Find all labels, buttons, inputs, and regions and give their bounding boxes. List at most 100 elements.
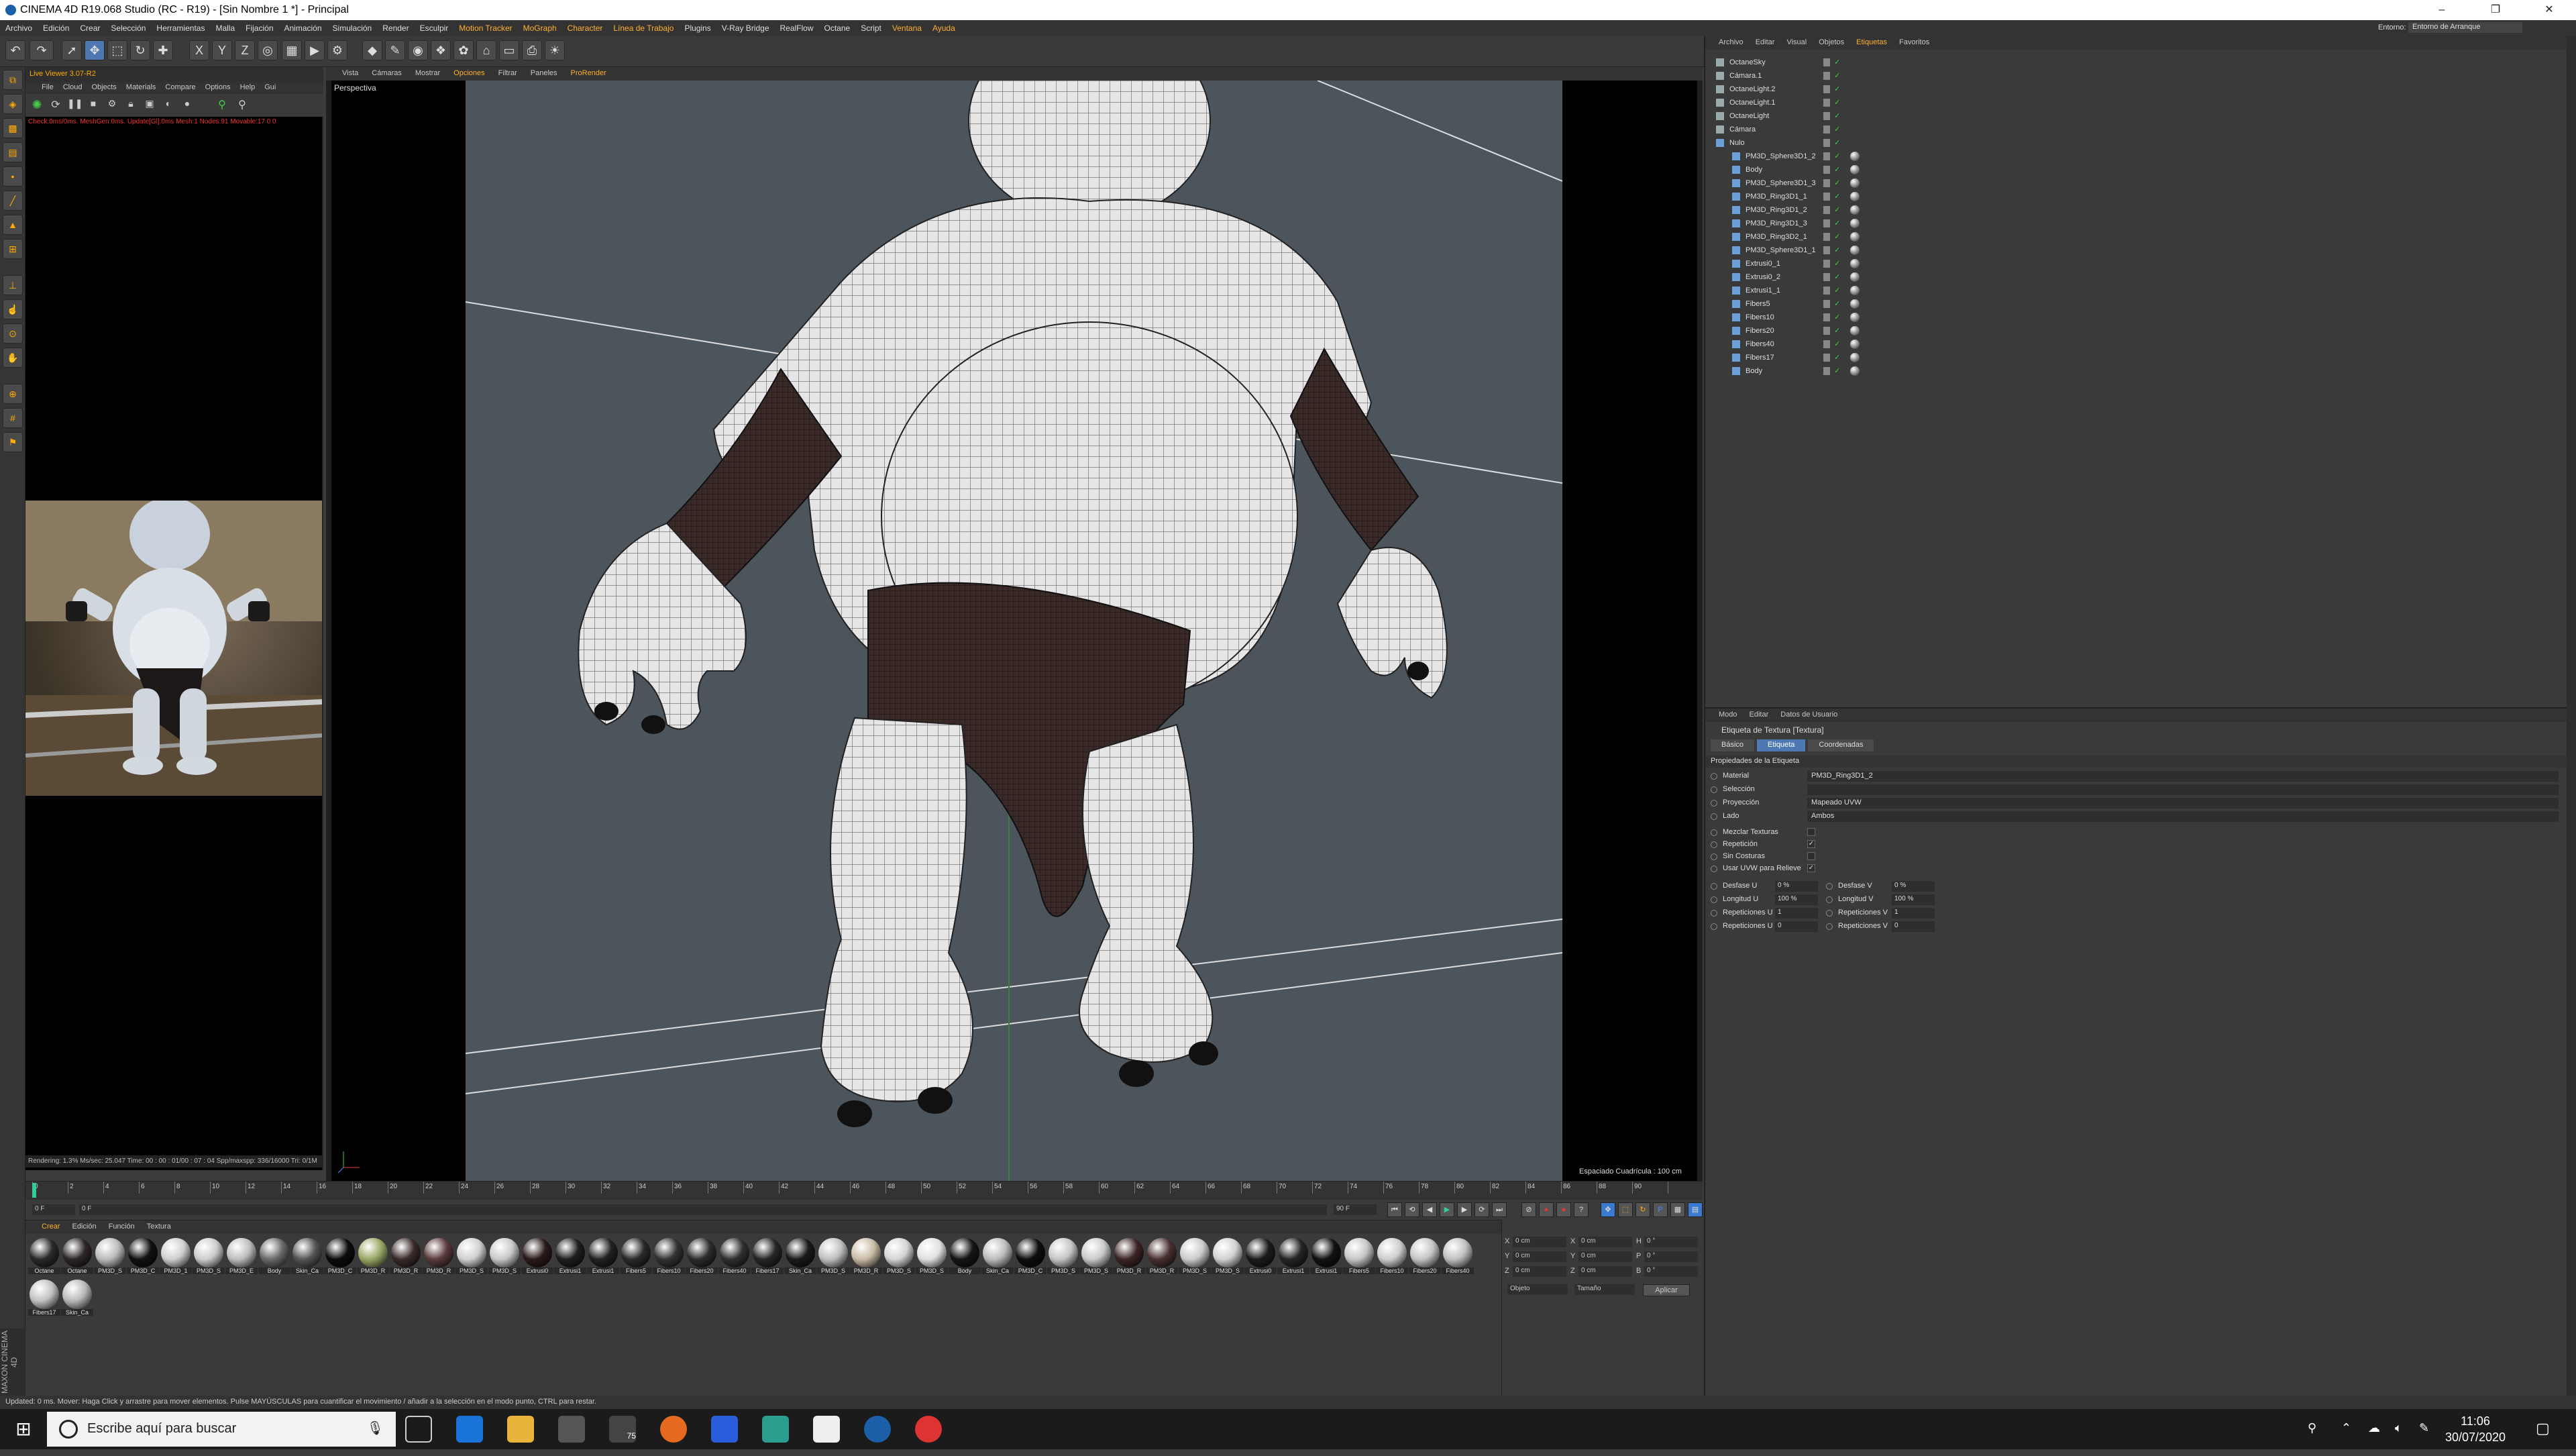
material-swatch[interactable]: PM3D_S [916,1238,948,1274]
menu-animacion[interactable]: Animación [284,23,322,33]
coord-system-icon[interactable]: ◎ [258,40,278,60]
octane-settings-icon[interactable]: ⚙ [105,98,119,113]
scale-key-icon[interactable]: ⬚ [1618,1202,1633,1217]
viewport-menu-paneles[interactable]: Paneles [531,69,557,79]
menu-motion-tracker[interactable]: Motion Tracker [459,23,512,33]
viewport-menu-filtrar[interactable]: Filtrar [498,69,517,79]
play-icon[interactable]: ▶ [1440,1202,1454,1217]
visibility-toggle-icon[interactable] [1823,152,1830,160]
material-swatch[interactable]: PM3D_E [225,1238,258,1274]
visibility-toggle-icon[interactable] [1823,260,1830,268]
material-swatch[interactable]: Skin_Ca [291,1238,323,1274]
material-swatch[interactable]: Fibers20 [686,1238,718,1274]
scene-icon[interactable]: ⌂ [476,40,496,60]
coord-position-field[interactable]: 0 cm [1513,1266,1566,1277]
material-tag-icon[interactable] [1850,219,1860,228]
auto-key-icon[interactable]: ● [1556,1202,1571,1217]
tab-basico[interactable]: Básico [1711,739,1755,751]
menu-realflow[interactable]: RealFlow [780,23,814,33]
attr-menu-datos[interactable]: Datos de Usuario [1780,711,1837,720]
prev-frame-icon[interactable]: ◀ [1422,1202,1437,1217]
material-swatch[interactable]: PM3D_S [193,1238,225,1274]
material-swatch[interactable]: PM3D_R [1146,1238,1178,1274]
object-row[interactable]: Fibers17 ✓ [1716,352,2561,365]
menu-octane[interactable]: Octane [824,23,851,33]
coord-rotation-field[interactable]: 0 ° [1644,1251,1698,1262]
object-row[interactable]: Fibers5 ✓ [1716,298,2561,311]
render-region-icon[interactable]: ▦ [282,40,302,60]
word-icon[interactable] [711,1416,738,1443]
material-swatch[interactable]: PM3D_R [390,1238,422,1274]
menu-archivo[interactable]: Archivo [5,23,32,33]
material-tag-icon[interactable] [1850,232,1860,242]
menu-character[interactable]: Character [568,23,603,33]
material-tag-icon[interactable] [1850,340,1860,349]
menu-plugins[interactable]: Plugins [684,23,710,33]
material-swatch[interactable]: Fibers5 [620,1238,652,1274]
menu-simulacion[interactable]: Simulación [333,23,372,33]
coord-rotation-field[interactable]: 0 ° [1644,1266,1698,1277]
floor-icon[interactable]: ▭ [499,40,519,60]
workplane-icon[interactable]: ▤ [3,142,23,162]
enabled-check-icon[interactable]: ✓ [1834,165,1840,174]
obj-menu-etiquetas[interactable]: Etiquetas [1856,38,1887,48]
menu-esculpir[interactable]: Esculpir [420,23,449,33]
attr-menu-modo[interactable]: Modo [1719,711,1737,720]
material-swatch[interactable]: PM3D_C [1014,1238,1046,1274]
camera-icon[interactable]: ⎙ [522,40,542,60]
scale-tool-icon[interactable]: ⬚ [107,40,127,60]
subdivision-icon[interactable]: ◉ [408,40,428,60]
material-swatch[interactable]: Body [949,1238,981,1274]
visibility-toggle-icon[interactable] [1823,246,1830,254]
material-swatch[interactable]: PM3D_R [423,1238,455,1274]
uv-mode-icon[interactable]: ⊞ [3,239,23,259]
material-swatch[interactable]: Extrusi1 [554,1238,586,1274]
material-swatch[interactable]: PM3D_S [1212,1238,1244,1274]
material-tag-icon[interactable] [1850,192,1860,201]
playhead[interactable] [32,1183,36,1198]
windows-start-icon[interactable]: ⊞ [0,1409,47,1449]
task-view-icon[interactable] [405,1416,432,1443]
length-u-field[interactable]: 100 % [1775,894,1818,905]
param-key-icon[interactable]: P [1653,1202,1668,1217]
repeat2-u-field[interactable]: 0 [1775,921,1818,932]
menu-fijacion[interactable]: Fijación [246,23,273,33]
object-row[interactable]: OctaneLight ✓ [1716,110,2561,123]
object-row[interactable]: Extrusi0_1 ✓ [1716,258,2561,271]
octane-menu-help[interactable]: Help [240,83,256,93]
octane-menu-gui[interactable]: Gui [264,83,276,93]
tile-checkbox[interactable]: ✓ [1807,840,1815,848]
paint-icon[interactable] [813,1416,840,1443]
coord-size-select[interactable]: Tamaño [1574,1284,1635,1295]
notifications-icon[interactable]: ▢ [2536,1420,2550,1437]
material-tag-icon[interactable] [1850,259,1860,268]
material-swatch[interactable]: Octane [28,1238,60,1274]
menu-ayuda[interactable]: Ayuda [932,23,955,33]
mix-checkbox[interactable] [1807,828,1815,836]
material-swatch[interactable]: Fibers20 [1409,1238,1441,1274]
maximize-button[interactable]: ❐ [2469,0,2522,20]
octane-pin-icon[interactable]: ⚲ [215,98,229,113]
object-row[interactable]: Body ✓ [1716,365,2561,378]
octane-render-icon[interactable]: ✺ [30,98,44,113]
octane-focus-icon[interactable]: ◐ [161,98,176,113]
model-mode-icon[interactable]: ◈ [3,94,23,114]
enabled-check-icon[interactable]: ✓ [1834,272,1840,281]
menu-vray[interactable]: V-Ray Bridge [722,23,769,33]
record-icon[interactable]: ● [1539,1202,1554,1217]
object-row[interactable]: Body ✓ [1716,164,2561,177]
material-swatch[interactable]: Body [258,1238,290,1274]
material-swatch[interactable]: Fibers17 [751,1238,784,1274]
octane-pause-icon[interactable]: ❚❚ [67,98,83,113]
object-row[interactable]: PM3D_Sphere3D1_2 ✓ [1716,150,2561,164]
enabled-check-icon[interactable]: ✓ [1834,98,1840,107]
object-row[interactable]: PM3D_Ring3D1_2 ✓ [1716,204,2561,217]
obj-menu-archivo[interactable]: Archivo [1719,38,1743,48]
render-view-icon[interactable]: ▶ [305,40,325,60]
material-swatch[interactable]: Fibers10 [1376,1238,1408,1274]
enabled-check-icon[interactable]: ✓ [1834,71,1840,80]
menu-ventana[interactable]: Ventana [892,23,922,33]
tab-coordenadas[interactable]: Coordenadas [1808,739,1874,751]
material-swatch[interactable]: Extrusi1 [587,1238,619,1274]
workplane-lock-icon[interactable]: ⚑ [3,432,23,452]
